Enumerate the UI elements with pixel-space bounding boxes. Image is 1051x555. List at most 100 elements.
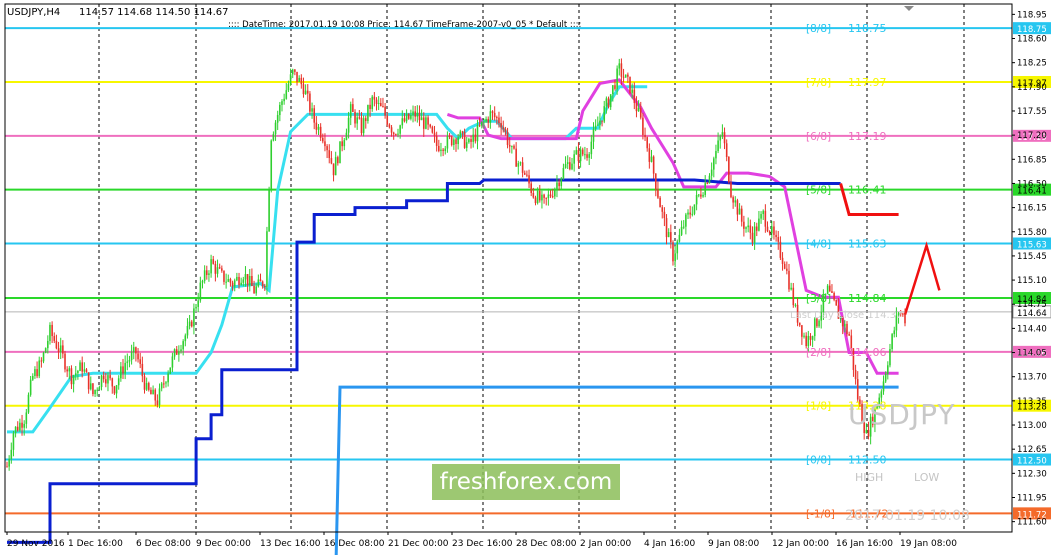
x-tick-label: 9 Dec 00:00 [196,539,251,549]
candle-body [117,378,120,386]
candle-body [283,98,285,102]
candle-body [485,118,487,122]
candle-body [712,158,715,170]
candle-body [291,69,294,75]
candle-body [59,345,62,352]
candle-body [438,145,440,151]
x-tick-label: 9 Jan 08:00 [708,539,760,549]
x-tick-label: 16 Dec 08:00 [324,539,385,549]
brand-watermark: freshforex.com [432,464,620,500]
candle-body [685,214,687,227]
candle-body [508,144,511,147]
candle-body [670,232,672,243]
candle-body [702,194,704,197]
candle-body [846,323,848,335]
candle-body [584,154,586,156]
candle-body [205,270,208,275]
candle-body [489,111,492,123]
candle-body [139,359,141,364]
y-tick-label: 117.55 [1017,107,1047,117]
candle-body [607,98,610,108]
candle-body [511,145,513,147]
candle-body [530,183,532,194]
candle-body [238,276,240,285]
candle-body [695,195,698,205]
candle-body [345,132,348,141]
candle-body [158,388,161,405]
candle-body [12,433,15,450]
candle-body [801,325,803,337]
candle-body [184,335,187,342]
candle-body [147,383,150,390]
candle-body [794,304,797,306]
candle-body [463,132,466,148]
candle-body [528,175,530,184]
candle-body [717,140,719,152]
candle-body [854,369,857,380]
y-tick-label: 116.15 [1017,204,1047,214]
candle-body [465,142,468,148]
candle-body [259,279,262,282]
candle-body [77,370,79,374]
candle-body [745,227,747,229]
candle-body [422,117,425,129]
candle-body [414,111,416,117]
candle-body [143,376,146,390]
candle-body [152,389,154,395]
candle-body [592,129,595,142]
candle-body [904,313,906,324]
candle-body [49,324,51,341]
candle-body [573,154,575,164]
candle-body [442,149,444,151]
candle-body [229,279,232,283]
candle-body [160,383,163,389]
candle-body [98,387,101,390]
candle-body [425,117,427,129]
candle-body [541,194,543,201]
candle-body [893,330,896,335]
y-tick-label: 115.10 [1017,276,1047,286]
candle-body [403,118,406,122]
candle-body [216,267,219,274]
candle-body [266,231,268,287]
candle-body [190,321,193,327]
symbol-timeframe: USDJPY,H4 [7,7,60,18]
candle-body [663,211,666,219]
candle-body [102,375,105,380]
candle-body [543,194,545,198]
ohlc-readout: 114.57 114.68 114.50 114.67 [79,7,229,18]
candle-body [848,334,850,336]
candle-body [723,132,726,144]
murrey-level-label: [2/8] [806,347,831,359]
candle-body [122,366,124,374]
candle-body [773,226,775,235]
candle-body [87,372,90,390]
candle-body [34,369,36,376]
candle-body [92,383,94,395]
candle-body [29,379,32,395]
candle-body [889,349,891,366]
candle-body [156,400,159,405]
candle-body [281,101,283,105]
candle-body [225,281,227,283]
x-tick-label: 28 Dec 08:00 [516,539,577,549]
candle-body [244,274,247,280]
candle-body [620,63,623,77]
candle-body [70,368,73,385]
candle-body [248,276,251,286]
candle-body [571,163,573,170]
candle-body [764,210,767,227]
candle-body [601,120,603,122]
x-tick-label: 4 Jan 16:00 [644,539,696,549]
forecast-arrow-icon [903,241,941,315]
candle-body [420,117,423,121]
candle-body [665,218,668,238]
candle-body [650,156,653,162]
candle-body [186,325,189,336]
candle-body [44,348,47,353]
candle-body [792,287,795,306]
candle-body [687,212,689,215]
candle-body [562,167,565,179]
candle-body [450,136,453,145]
candle-body [667,232,670,238]
